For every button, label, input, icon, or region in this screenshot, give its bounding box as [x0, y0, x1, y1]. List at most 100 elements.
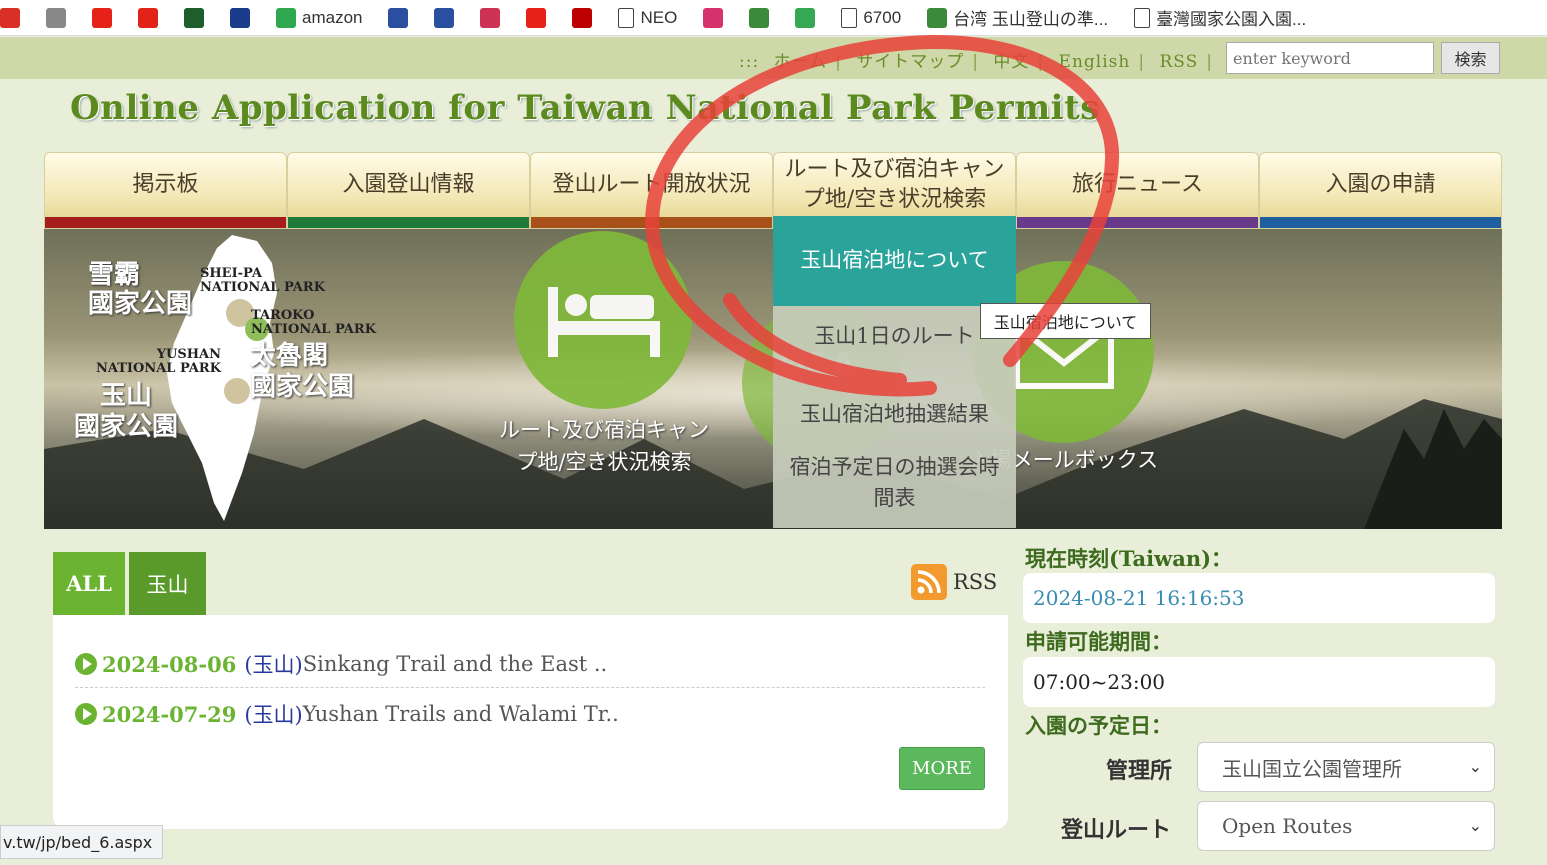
- figure-icon: [388, 7, 409, 28]
- bookmark-item[interactable]: [92, 7, 118, 28]
- play-icon: [75, 653, 97, 675]
- application-period-label: 申請可能期間：: [1025, 629, 1172, 654]
- submenu-item-lodging-about[interactable]: 玉山宿泊地について: [773, 216, 1016, 306]
- link-rss[interactable]: RSS: [1159, 52, 1198, 72]
- news-date: 2024-08-06: [102, 651, 237, 677]
- map-label-sheipa-zh: 雪霸 國家公園: [88, 260, 193, 319]
- bookmark-item[interactable]: [749, 7, 775, 28]
- chevron-down-icon: ⌄: [1468, 816, 1482, 835]
- bookmark-item[interactable]: [230, 7, 256, 28]
- lodging-circle[interactable]: [514, 231, 692, 409]
- tab-label: ALL: [66, 571, 112, 596]
- bookmark-label: NEO: [640, 7, 678, 27]
- nav-tab-apply[interactable]: 入園の申請: [1259, 152, 1502, 229]
- nav-tab-entry-info[interactable]: 入園登山情報: [287, 152, 530, 229]
- link-sitemap[interactable]: サイトマップ: [856, 52, 964, 72]
- news-date: 2024-07-29: [102, 701, 237, 727]
- tooltip: 玉山宿泊地について: [980, 303, 1151, 339]
- bookmark-item[interactable]: 6700: [841, 7, 901, 28]
- bookmark-item[interactable]: [184, 7, 210, 28]
- entry-date-label: 入園の予定日：: [1025, 713, 1172, 738]
- office-label: 管理所: [1106, 758, 1173, 784]
- bookmark-item[interactable]: [138, 7, 164, 28]
- news-rss-link[interactable]: RSS: [911, 564, 997, 600]
- map-label-taroko-zh: 太魯閣 國家公園: [250, 341, 355, 403]
- submenu-label: 玉山宿泊地抽選結果: [800, 402, 989, 427]
- tab-yushan[interactable]: 玉山: [129, 552, 206, 615]
- maps-icon: [795, 7, 816, 28]
- bookmark-label: amazon: [302, 7, 363, 27]
- lodging-caption[interactable]: ルート及び宿泊キャン プ地/空き状況検索: [484, 415, 724, 478]
- news-tag: (玉山): [244, 653, 303, 677]
- nav-tab-label: 旅行ニュース: [1072, 171, 1203, 197]
- bookmark-item[interactable]: [46, 7, 72, 28]
- route-label: 登山ルート: [1061, 817, 1172, 843]
- bookmark-item[interactable]: [572, 7, 598, 28]
- bookmark-item[interactable]: [703, 7, 729, 28]
- nav-tab-label: ルート及び宿泊キャンプ地/空き状況検索: [784, 156, 1005, 212]
- search-button[interactable]: 検索: [1441, 42, 1500, 74]
- rakuten-icon: [572, 7, 593, 28]
- site-title: Online Application for Taiwan National P…: [70, 88, 1100, 128]
- mail-icon: [480, 7, 501, 28]
- page-icon: [618, 7, 635, 28]
- bookmarks-bar: amazon NEO 6700 台湾 玉山登山の準... 臺灣國家公園入園...: [0, 0, 1547, 36]
- nav-tab-bulletin[interactable]: 掲示板: [44, 152, 287, 229]
- news-title: Sinkang Trail and the East ..: [302, 652, 608, 676]
- nav-tab-route-status[interactable]: 登山ルート開放状況: [530, 152, 773, 229]
- bookmark-item[interactable]: [795, 7, 821, 28]
- news-title: Yushan Trails and Walami Tr..: [302, 702, 619, 726]
- bookmark-item[interactable]: [0, 7, 26, 28]
- mountain-icon: [927, 7, 948, 28]
- submenu-item-lottery-results[interactable]: 玉山宿泊地抽選結果: [773, 390, 1016, 440]
- submenu-label: 宿泊予定日の抽選会時間表: [789, 454, 1000, 511]
- rss-label: RSS: [953, 570, 998, 594]
- amazon-icon: [276, 7, 296, 28]
- application-period-value: 07:00~23:00: [1023, 657, 1495, 707]
- submenu-label: 玉山宿泊地について: [800, 248, 989, 273]
- bookmark-item[interactable]: [480, 7, 506, 28]
- bookmark-item[interactable]: [526, 7, 552, 28]
- link-chinese[interactable]: 中文: [993, 52, 1029, 72]
- nav-tab-travel-news[interactable]: 旅行ニュース: [1016, 152, 1259, 229]
- tab-label: 玉山: [146, 572, 189, 597]
- nav-tab-label: 掲示板: [132, 171, 199, 197]
- bed-icon: [548, 287, 660, 357]
- bookmark-item[interactable]: 台湾 玉山登山の準...: [927, 5, 1108, 30]
- current-time-label: 現在時刻(Taiwan)：: [1025, 546, 1233, 571]
- more-button[interactable]: MORE: [899, 747, 985, 790]
- news-item[interactable]: 2024-08-06 (玉山) Sinkang Trail and the Ea…: [75, 649, 607, 679]
- news-item[interactable]: 2024-07-29 (玉山) Yushan Trails and Walami…: [75, 699, 619, 729]
- map-label-yushan-en: YUSHAN NATIONAL PARK: [96, 347, 221, 376]
- news-list: 2024-08-06 (玉山) Sinkang Trail and the Ea…: [53, 615, 1008, 829]
- bookmark-item[interactable]: NEO: [618, 7, 678, 28]
- route-select-value: Open Routes: [1222, 814, 1353, 838]
- search-input[interactable]: [1226, 42, 1434, 74]
- bookmark-label: 台湾 玉山登山の準...: [953, 10, 1109, 29]
- link-home[interactable]: ホーム: [774, 52, 828, 72]
- apple-icon: [46, 7, 66, 28]
- bookmark-item[interactable]: [388, 7, 414, 28]
- map-label-sheipa-en: SHEI-PA NATIONAL PARK: [200, 266, 325, 295]
- rss-icon: [911, 564, 947, 600]
- nav-bar-color: [288, 217, 529, 228]
- bookmark-item[interactable]: 臺灣國家公園入園...: [1134, 5, 1306, 30]
- route-select[interactable]: Open Routes ⌄: [1197, 801, 1495, 851]
- nav-bar-color: [45, 217, 286, 228]
- utility-links: ::: ホーム | サイトマップ | 中文 | English | RSS |: [739, 52, 1213, 72]
- map-label-yushan-zh: 玉山 國家公園: [74, 381, 179, 443]
- nav-tab-label: 入園登山情報: [342, 171, 475, 197]
- mountain-icon: [749, 7, 770, 28]
- instagram-icon: [703, 7, 724, 28]
- link-english[interactable]: English: [1059, 52, 1131, 72]
- util-prefix: :::: [739, 52, 760, 72]
- bookmark-item[interactable]: amazon: [276, 7, 363, 28]
- youtube-icon: [526, 7, 547, 28]
- submenu-item-lottery-schedule[interactable]: 宿泊予定日の抽選会時間表: [773, 450, 1016, 516]
- news-tag: (玉山): [244, 703, 303, 727]
- page-icon: [1134, 7, 1151, 28]
- figure-icon: [434, 7, 455, 28]
- bookmark-item[interactable]: [434, 7, 460, 28]
- office-select[interactable]: 玉山国立公園管理所 ⌄: [1197, 742, 1495, 792]
- tab-all[interactable]: ALL: [53, 552, 125, 615]
